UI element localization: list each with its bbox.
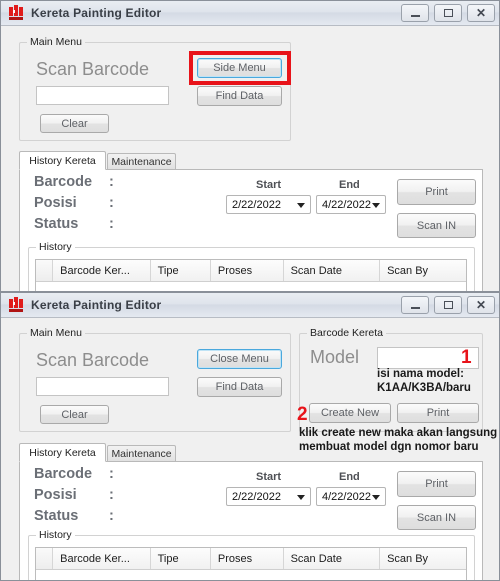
grid-empty-row [36, 282, 466, 291]
close-icon[interactable]: ✕ [467, 4, 495, 22]
status-field-label: Status [34, 508, 79, 524]
start-date-picker[interactable]: 2/22/2022 [226, 487, 311, 506]
barcode-colon: : [109, 174, 114, 190]
tab-history-kereta[interactable]: History Kereta [19, 443, 106, 462]
grid-col-scan-by[interactable]: Scan By [380, 548, 466, 569]
grid-empty-row [36, 570, 466, 580]
window-controls: ✕ [401, 296, 495, 314]
tabstrip-top: History Kereta Maintenance [19, 151, 483, 171]
app-icon [8, 5, 24, 21]
side-menu-button[interactable]: Side Menu [197, 58, 282, 78]
start-label: Start [256, 471, 282, 483]
start-date-value: 2/22/2022 [232, 490, 281, 503]
start-label: Start [256, 179, 282, 191]
annotation-model-note-line1: isi nama model: [377, 368, 464, 380]
chevron-down-icon[interactable] [372, 202, 380, 208]
start-date-value: 2/22/2022 [232, 198, 281, 211]
grid-col-scan-date[interactable]: Scan Date [284, 260, 381, 281]
grid-col-proses[interactable]: Proses [211, 548, 284, 569]
scan-in-button-bottom[interactable]: Scan IN [397, 505, 476, 530]
grid-col-tipe[interactable]: Tipe [151, 548, 211, 569]
close-icon[interactable]: ✕ [467, 296, 495, 314]
end-label: End [339, 471, 360, 483]
model-label: Model [310, 347, 360, 367]
chevron-down-icon[interactable] [297, 202, 305, 208]
barcode-kereta-legend: Barcode Kereta [307, 327, 386, 339]
status-field-label: Status [34, 216, 79, 232]
maximize-icon[interactable] [434, 296, 462, 314]
window-controls: ✕ [401, 4, 495, 22]
status-colon: : [109, 508, 114, 524]
find-data-button-bottom[interactable]: Find Data [197, 377, 282, 397]
minimize-icon[interactable] [401, 296, 429, 314]
barcode-input[interactable] [36, 377, 169, 396]
print-button-barcode[interactable]: Print [397, 403, 479, 423]
tab-history-kereta[interactable]: History Kereta [19, 151, 106, 170]
maximize-icon[interactable] [434, 4, 462, 22]
print-button-bottom[interactable]: Print [397, 471, 476, 497]
barcode-field-label: Barcode [34, 466, 93, 482]
grid-col-barcode[interactable]: Barcode Ker... [53, 260, 151, 281]
grid-col-select [36, 548, 54, 569]
window-top: Kereta Painting Editor ✕ Main Menu Scan … [0, 0, 500, 292]
scan-in-button-top[interactable]: Scan IN [397, 213, 476, 238]
titlebar-top[interactable]: Kereta Painting Editor ✕ [1, 1, 499, 26]
barcode-field-label: Barcode [34, 174, 93, 190]
grid-col-select [36, 260, 54, 281]
create-new-button[interactable]: Create New [309, 403, 391, 423]
history-grid-header: Barcode Ker... Tipe Proses Scan Date Sca… [36, 548, 466, 570]
tab-maintenance[interactable]: Maintenance [107, 445, 176, 462]
end-date-value: 4/22/2022 [322, 490, 371, 503]
close-menu-button[interactable]: Close Menu [197, 349, 282, 369]
window-title: Kereta Painting Editor [31, 298, 162, 312]
posisi-field-label: Posisi [34, 195, 77, 211]
clear-button[interactable]: Clear [40, 405, 109, 424]
barcode-input[interactable] [36, 86, 169, 105]
end-date-picker[interactable]: 4/22/2022 [316, 487, 386, 506]
tabstrip-bottom: History Kereta Maintenance [19, 443, 483, 463]
scan-barcode-label: Scan Barcode [36, 59, 150, 79]
grid-col-tipe[interactable]: Tipe [151, 260, 211, 281]
history-legend: History [36, 529, 75, 541]
grid-col-scan-date[interactable]: Scan Date [284, 548, 381, 569]
main-menu-legend: Main Menu [27, 327, 85, 339]
find-data-button-top[interactable]: Find Data [197, 86, 282, 106]
tab-maintenance[interactable]: Maintenance [107, 153, 176, 170]
posisi-colon: : [109, 487, 114, 503]
annotation-marker-2: 2 [297, 404, 308, 425]
print-button-top[interactable]: Print [397, 179, 476, 205]
chevron-down-icon[interactable] [297, 494, 305, 500]
grid-col-barcode[interactable]: Barcode Ker... [53, 548, 151, 569]
history-grid-bottom[interactable]: Barcode Ker... Tipe Proses Scan Date Sca… [35, 547, 467, 580]
status-colon: : [109, 216, 114, 232]
main-menu-legend: Main Menu [27, 36, 85, 48]
posisi-colon: : [109, 195, 114, 211]
clear-button[interactable]: Clear [40, 114, 109, 133]
history-grid-top[interactable]: Barcode Ker... Tipe Proses Scan Date Sca… [35, 259, 467, 291]
annotation-create-note-line1: klik create new maka akan langsung [299, 427, 498, 439]
annotation-model-note-line2: K1AA/K3BA/baru [377, 382, 471, 394]
grid-col-scan-by[interactable]: Scan By [380, 260, 466, 281]
scan-barcode-label: Scan Barcode [36, 350, 150, 370]
window-title: Kereta Painting Editor [31, 6, 162, 20]
app-icon [8, 297, 24, 313]
end-label: End [339, 179, 360, 191]
chevron-down-icon[interactable] [372, 494, 380, 500]
history-grid-header: Barcode Ker... Tipe Proses Scan Date Sca… [36, 260, 466, 282]
end-date-picker[interactable]: 4/22/2022 [316, 195, 386, 214]
window-bottom: Kereta Painting Editor ✕ Main Menu Scan … [0, 292, 500, 581]
grid-col-proses[interactable]: Proses [211, 260, 284, 281]
annotation-marker-1: 1 [461, 347, 472, 368]
titlebar-bottom[interactable]: Kereta Painting Editor ✕ [1, 293, 499, 318]
start-date-picker[interactable]: 2/22/2022 [226, 195, 311, 214]
history-legend: History [36, 241, 75, 253]
posisi-field-label: Posisi [34, 487, 77, 503]
barcode-colon: : [109, 466, 114, 482]
minimize-icon[interactable] [401, 4, 429, 22]
end-date-value: 4/22/2022 [322, 198, 371, 211]
